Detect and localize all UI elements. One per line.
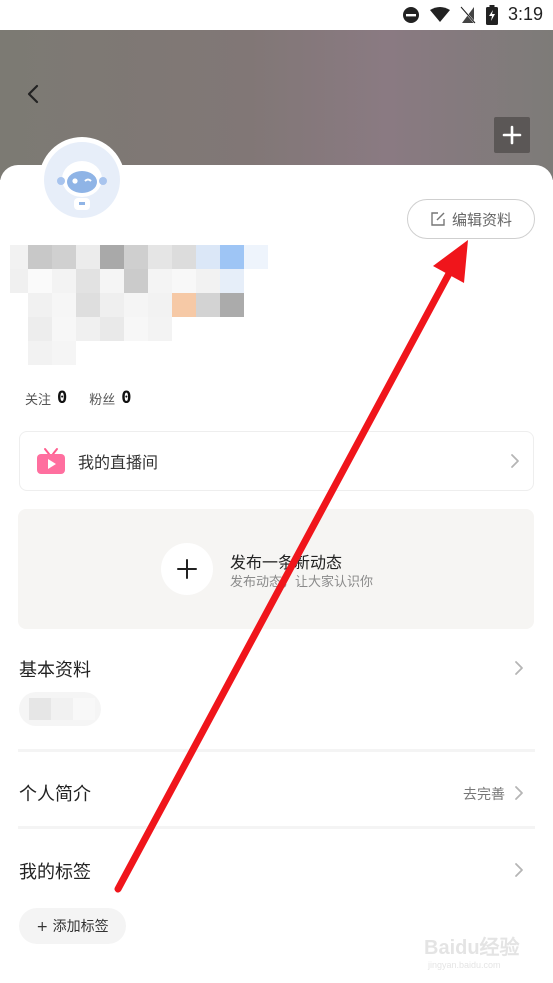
chevron-left-icon	[27, 84, 39, 104]
section-divider	[18, 826, 535, 829]
back-button[interactable]	[20, 80, 48, 108]
following-label[interactable]: 关注	[25, 389, 51, 408]
chevron-right-icon[interactable]	[513, 659, 525, 677]
publish-post-subtitle: 发布动态，让大家认识你	[230, 575, 374, 590]
battery-icon	[485, 4, 498, 25]
publish-post-button[interactable]	[161, 543, 213, 595]
add-tag-button[interactable]: + 添加标签	[19, 908, 126, 944]
add-cover-button[interactable]	[494, 117, 530, 153]
wifi-icon	[429, 6, 450, 22]
following-count[interactable]: 0	[57, 388, 67, 408]
fans-count[interactable]: 0	[121, 388, 131, 408]
edit-icon	[431, 212, 445, 226]
complete-profile-link[interactable]: 去完善	[463, 784, 505, 804]
my-tags-title[interactable]: 我的标签	[19, 858, 91, 884]
my-live-room-label: 我的直播间	[78, 453, 159, 472]
baidu-jingyan-watermark: Baidu经验 jingyan.baidu.com	[424, 935, 520, 970]
no-signal-icon	[460, 5, 476, 24]
edit-profile-label: 编辑资料	[451, 210, 512, 229]
follow-stats: 关注 0 粉丝 0	[25, 388, 154, 408]
basic-info-title[interactable]: 基本资料	[19, 656, 91, 682]
status-time: 3:19	[507, 4, 543, 24]
edit-profile-button[interactable]: 编辑资料	[407, 199, 535, 239]
plus-icon	[502, 125, 522, 145]
status-bar: 3:19	[0, 0, 553, 30]
basic-info-pill	[19, 692, 101, 726]
watermark-subtext: jingyan.baidu.com	[427, 960, 501, 970]
intro-title[interactable]: 个人简介	[19, 780, 91, 806]
plus-icon	[177, 559, 197, 579]
fans-label[interactable]: 粉丝	[89, 389, 115, 408]
robot-avatar-icon	[44, 142, 120, 218]
tv-play-icon	[37, 448, 65, 474]
chevron-right-icon[interactable]	[513, 861, 525, 879]
chevron-right-icon[interactable]	[513, 784, 525, 802]
my-live-room-row[interactable]: 我的直播间	[19, 431, 534, 491]
publish-post-box[interactable]: 发布一条新动态 发布动态，让大家认识你	[18, 509, 534, 629]
watermark-text: Baidu经验	[424, 935, 520, 959]
dnd-icon	[402, 6, 419, 23]
avatar[interactable]	[41, 139, 123, 221]
chevron-right-icon	[511, 454, 519, 468]
publish-post-title: 发布一条新动态	[230, 553, 343, 572]
section-divider	[18, 749, 535, 752]
